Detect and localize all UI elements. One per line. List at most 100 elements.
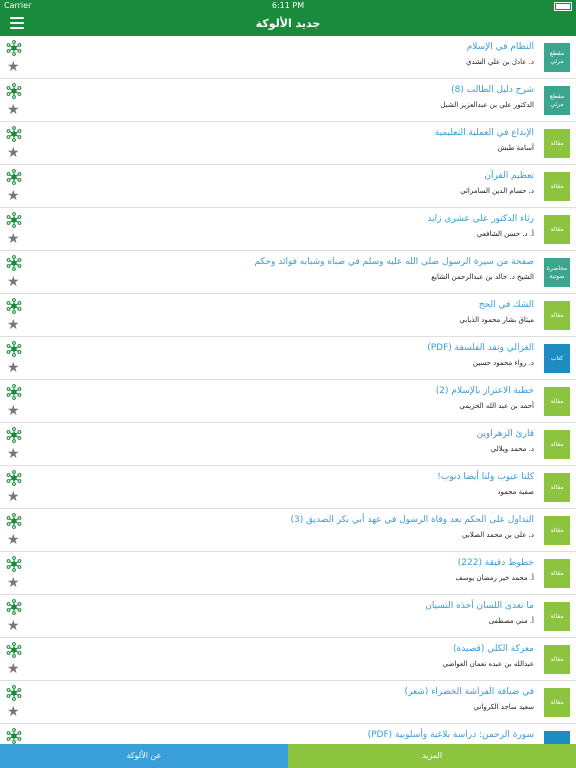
share-icon[interactable] — [6, 298, 22, 314]
item-title[interactable]: الإبداع في العملية التعليمية — [435, 128, 534, 138]
star-icon[interactable]: ★ — [7, 361, 21, 375]
star-icon[interactable]: ★ — [7, 189, 21, 203]
share-icon[interactable] — [6, 685, 22, 701]
list-item[interactable]: مقالة خطبة الاعتزاز بالإسلام (2) أحمد بن ع… — [0, 380, 576, 423]
item-title[interactable]: خطوط دقيقة (222) — [458, 558, 534, 568]
item-author: سعيد ساجد الكرواني — [473, 703, 534, 711]
list-item[interactable]: مقالة تعظيم القرآن د. حسام الدين السامرائي… — [0, 165, 576, 208]
item-title[interactable]: صفحة من سيرة الرسول صلى الله عليه وسلم ف… — [255, 257, 534, 267]
page-title: جديد الألوكة — [255, 17, 321, 30]
star-icon[interactable]: ★ — [7, 60, 21, 74]
type-badge: مقطع مرئي — [544, 86, 570, 115]
tab-more[interactable]: المزيد — [288, 744, 576, 768]
list-item[interactable]: مقالة ما تعدى اللسان أخذه النسيان أ. مني م… — [0, 595, 576, 638]
star-icon[interactable]: ★ — [7, 232, 21, 246]
item-author: أ. محمد خير رمضان يوسف — [455, 574, 534, 582]
list-item[interactable]: مقالة في ضيافة الفراشة الخضراء (شعر) سعيد … — [0, 681, 576, 724]
share-icon[interactable] — [6, 169, 22, 185]
share-icon[interactable] — [6, 212, 22, 228]
list-item[interactable]: مقالة معركة الكلي (قصيدة) عبدالله بن عبده … — [0, 638, 576, 681]
item-title[interactable]: النظام في الإسلام — [467, 42, 534, 52]
item-author: د. علي بن محمد الصلابي — [462, 531, 534, 539]
item-author: د. محمد ويلالي — [490, 445, 534, 453]
star-icon[interactable]: ★ — [7, 533, 21, 547]
share-icon[interactable] — [6, 556, 22, 572]
type-badge: مقالة — [544, 129, 570, 158]
star-icon[interactable]: ★ — [7, 705, 21, 719]
share-icon[interactable] — [6, 341, 22, 357]
share-icon[interactable] — [6, 255, 22, 271]
battery-icon — [554, 0, 572, 11]
list-item[interactable]: سورة الرحمن: دراسة بلاغية وأسلوبية (PDF)… — [0, 724, 576, 744]
share-icon[interactable] — [6, 83, 22, 99]
item-title[interactable]: الشك في الحج — [479, 300, 534, 310]
item-title[interactable]: في ضيافة الفراشة الخضراء (شعر) — [404, 687, 534, 697]
clock: 6:11 PM — [271, 1, 305, 10]
item-title[interactable]: ما تعدى اللسان أخذه النسيان — [425, 601, 534, 611]
item-title[interactable]: سورة الرحمن: دراسة بلاغية وأسلوبية (PDF) — [368, 730, 534, 740]
tab-about[interactable]: عن الألوكة — [0, 744, 288, 768]
type-badge: مقالة — [544, 172, 570, 201]
list-item[interactable]: مقالة كلنا عيوب ولنا أيضا ذنوب! صفية محمود… — [0, 466, 576, 509]
type-badge: مقالة — [544, 301, 570, 330]
list-item[interactable]: مقالة الشك في الحج ميثاق بشار محمود الذياب… — [0, 294, 576, 337]
star-icon[interactable]: ★ — [7, 275, 21, 289]
item-title[interactable]: التداول على الحكم بعد وفاة الرسول في عهد… — [290, 515, 534, 525]
share-icon[interactable] — [6, 470, 22, 486]
status-bar: Carrier 6:11 PM — [0, 0, 576, 12]
type-badge: كتاب — [544, 344, 570, 373]
list-item[interactable]: كتاب الغزالي ونقد الفلسفة (PDF) د. رواء مح… — [0, 337, 576, 380]
item-title[interactable]: تعظيم القرآن — [484, 171, 534, 181]
tab-bar: عن الألوكة المزيد — [0, 744, 576, 768]
list-item[interactable]: مقالة التداول على الحكم بعد وفاة الرسول ف… — [0, 509, 576, 552]
list-item[interactable]: مقالة قارئ الزهراوين د. محمد ويلالي ★ — [0, 423, 576, 466]
star-icon[interactable]: ★ — [7, 662, 21, 676]
item-title[interactable]: قارئ الزهراوين — [477, 429, 534, 439]
list-item[interactable]: مقالة خطوط دقيقة (222) أ. محمد خير رمضان ي… — [0, 552, 576, 595]
share-icon[interactable] — [6, 642, 22, 658]
item-author: الشيخ د. خالد بن عبدالرحمن الشايع — [431, 273, 534, 281]
star-icon[interactable]: ★ — [7, 619, 21, 633]
list-item[interactable]: مقالة الإبداع في العملية التعليمية أسامة ط… — [0, 122, 576, 165]
item-title[interactable]: شرح دليل الطالب (8) — [451, 85, 534, 95]
share-icon[interactable] — [6, 599, 22, 615]
type-badge: مقالة — [544, 215, 570, 244]
type-badge: مقالة — [544, 559, 570, 588]
item-author: أحمد بن عبد الله الحزيمي — [459, 402, 534, 410]
type-badge: محاضرة صوتية — [544, 258, 570, 287]
star-icon[interactable]: ★ — [7, 103, 21, 117]
list-item[interactable]: محاضرة صوتية صفحة من سيرة الرسول صلى الله… — [0, 251, 576, 294]
content-list[interactable]: مقطع مرئي النظام في الإسلام د. عادل بن علي… — [0, 36, 576, 744]
list-item[interactable]: مقطع مرئي النظام في الإسلام د. عادل بن علي… — [0, 36, 576, 79]
type-badge — [544, 731, 570, 744]
share-icon[interactable] — [6, 427, 22, 443]
item-title[interactable]: معركة الكلي (قصيدة) — [453, 644, 534, 654]
share-icon[interactable] — [6, 126, 22, 142]
star-icon[interactable]: ★ — [7, 146, 21, 160]
share-icon[interactable] — [6, 513, 22, 529]
share-icon[interactable] — [6, 728, 22, 744]
item-title[interactable]: كلنا عيوب ولنا أيضا ذنوب! — [437, 472, 534, 482]
star-icon[interactable]: ★ — [7, 318, 21, 332]
item-title[interactable]: خطبة الاعتزاز بالإسلام (2) — [436, 386, 534, 396]
type-badge: مقالة — [544, 688, 570, 717]
type-badge: مقالة — [544, 602, 570, 631]
star-icon[interactable]: ★ — [7, 576, 21, 590]
star-icon[interactable]: ★ — [7, 404, 21, 418]
type-badge: مقالة — [544, 516, 570, 545]
list-item[interactable]: مقطع مرئي شرح دليل الطالب (8) الدكتور علي … — [0, 79, 576, 122]
item-author: ميثاق بشار محمود الذيابي — [459, 316, 534, 324]
type-badge: مقالة — [544, 430, 570, 459]
item-author: أ. د. حسن الشافعي — [476, 230, 534, 238]
star-icon[interactable]: ★ — [7, 447, 21, 461]
item-title[interactable]: الغزالي ونقد الفلسفة (PDF) — [427, 343, 534, 353]
item-author: أسامة طبش — [497, 144, 534, 152]
share-icon[interactable] — [6, 40, 22, 56]
item-title[interactable]: رثاء الدكتور علي عشري زايد — [427, 214, 534, 224]
star-icon[interactable]: ★ — [7, 490, 21, 504]
type-badge: مقطع مرئي — [544, 43, 570, 72]
list-item[interactable]: مقالة رثاء الدكتور علي عشري زايد أ. د. حسن… — [0, 208, 576, 251]
item-author: د. حسام الدين السامرائي — [460, 187, 534, 195]
type-badge: مقالة — [544, 387, 570, 416]
share-icon[interactable] — [6, 384, 22, 400]
